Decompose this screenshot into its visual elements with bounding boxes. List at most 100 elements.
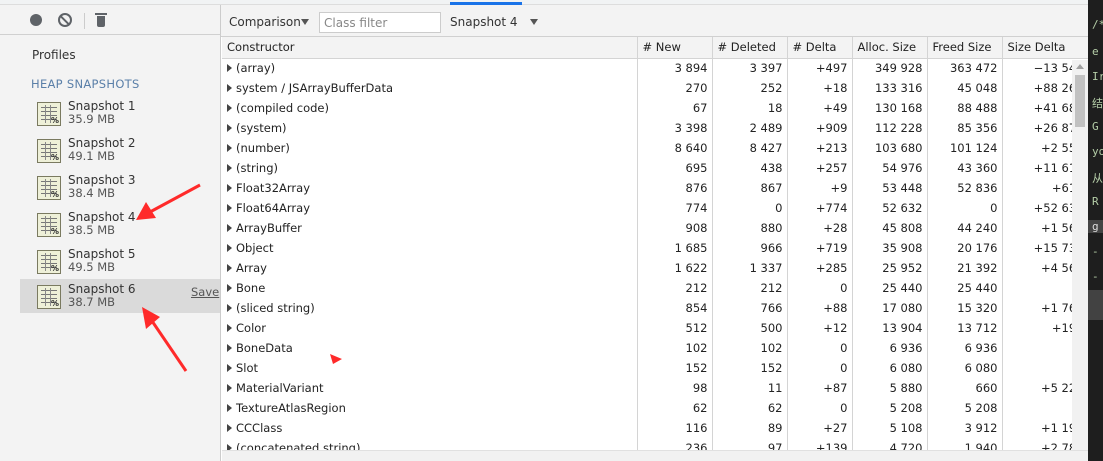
table-row[interactable]: CCClass 116 89 +27 5 108 3 912 +1 196: [222, 418, 1088, 438]
value-cell: 6 080: [927, 358, 1003, 378]
expand-triangle-icon[interactable]: [227, 284, 232, 292]
value-cell: 0: [787, 358, 853, 378]
value-cell: 18: [712, 98, 788, 118]
table-row[interactable]: MaterialVariant 98 11 +87 5 880 660 +5 220: [222, 378, 1088, 398]
table-row[interactable]: Float64Array 774 0 +774 52 632 0 +52 632: [222, 198, 1088, 218]
value-cell: +9: [787, 178, 853, 198]
table-row[interactable]: Array 1 622 1 337 +285 25 952 21 392 +4 560: [222, 258, 1088, 278]
expand-triangle-icon[interactable]: [227, 324, 232, 332]
expand-triangle-icon[interactable]: [227, 184, 232, 192]
column-header-deleted[interactable]: # Deleted: [712, 37, 788, 59]
table-row[interactable]: Slot15215206 0806 0800: [222, 358, 1088, 378]
expand-triangle-icon[interactable]: [227, 204, 232, 212]
table-row[interactable]: (compiled code) 67 18 +49 130 168 88 488 +41 6…: [222, 98, 1088, 118]
expand-triangle-icon[interactable]: [227, 224, 232, 232]
expand-triangle-icon[interactable]: [227, 404, 232, 412]
column-header-constructor[interactable]: Constructor: [222, 37, 638, 59]
profiles-toolbar: [0, 5, 221, 35]
table-row[interactable]: ArrayBuffer 908 880 +28 45 808 44 240 +1 568: [222, 218, 1088, 238]
table-row[interactable]: (string) 695 438 +257 54 976 43 360 +11 616: [222, 158, 1088, 178]
expand-triangle-icon[interactable]: [227, 144, 232, 152]
vertical-scrollbar[interactable]: [1072, 60, 1088, 461]
value-cell: 212: [712, 278, 788, 298]
constructor-name: Bone: [236, 281, 266, 295]
expand-triangle-icon[interactable]: [227, 104, 232, 112]
base-snapshot-select[interactable]: Snapshot 4: [450, 15, 518, 29]
column-header-freed-size[interactable]: Freed Size: [927, 37, 1003, 59]
snapshot-item[interactable]: % Snapshot 2 49.1 MB: [20, 133, 220, 167]
table-row[interactable]: system / JSArrayBufferData 270 252 +18 133 3…: [222, 78, 1088, 98]
table-row[interactable]: (sliced string) 854 766 +88 17 080 15 320 +1 7…: [222, 298, 1088, 318]
expand-triangle-icon[interactable]: [227, 304, 232, 312]
value-cell: 88 488: [927, 98, 1003, 118]
expand-triangle-icon[interactable]: [227, 424, 232, 432]
snapshot-size: 35.9 MB: [68, 112, 116, 126]
annotation-arrow-icon: [142, 307, 188, 372]
scroll-up-icon[interactable]: [1076, 64, 1084, 69]
expand-triangle-icon[interactable]: [227, 124, 232, 132]
column-header-alloc-size[interactable]: Alloc. Size: [852, 37, 928, 59]
constructor-cell: Bone: [222, 278, 638, 298]
expand-triangle-icon[interactable]: [227, 384, 232, 392]
constructor-cell: Array: [222, 258, 638, 278]
value-cell: +49: [787, 98, 853, 118]
expand-triangle-icon[interactable]: [227, 164, 232, 172]
constructor-cell: (compiled code): [222, 98, 638, 118]
record-icon[interactable]: [30, 14, 42, 26]
value-cell: 660: [927, 378, 1003, 398]
expand-triangle-icon[interactable]: [227, 364, 232, 372]
table-row[interactable]: (number) 8 640 8 427 +213 103 680 101 124 +2 5…: [222, 138, 1088, 158]
expand-triangle-icon[interactable]: [227, 64, 232, 73]
value-cell: 3 398: [637, 118, 713, 138]
toolbar-divider: [84, 13, 85, 29]
view-mode-select[interactable]: Comparison: [229, 15, 301, 29]
scrollbar-thumb[interactable]: [1075, 75, 1085, 127]
value-cell: 13 904: [852, 318, 928, 338]
value-cell: 363 472: [927, 58, 1003, 78]
value-cell: 54 976: [852, 158, 928, 178]
snapshot-item[interactable]: % Snapshot 1 35.9 MB: [20, 96, 220, 130]
editor-fragment: 从: [1092, 172, 1103, 185]
value-cell: 20 176: [927, 238, 1003, 258]
column-header-size-delta[interactable]: Size Delta: [1002, 37, 1088, 59]
value-cell: 252: [712, 78, 788, 98]
constructor-name: BoneData: [236, 341, 293, 355]
table-row[interactable]: Object 1 685 966 +719 35 908 20 176 +15 732: [222, 238, 1088, 258]
profiles-title: Profiles: [32, 48, 76, 62]
class-filter-input[interactable]: [319, 12, 441, 33]
table-row[interactable]: BoneData10210206 9366 9360: [222, 338, 1088, 358]
horizontal-scrollbar[interactable]: [222, 450, 1088, 461]
editor-scrollbar-thumb[interactable]: [1088, 290, 1103, 320]
table-row[interactable]: Float32Array 876 867 +9 53 448 52 836 +612: [222, 178, 1088, 198]
table-row[interactable]: TextureAtlasRegion626205 2085 2080: [222, 398, 1088, 418]
constructor-cell: Object: [222, 238, 638, 258]
expand-triangle-icon[interactable]: [227, 264, 232, 272]
snapshot-item[interactable]: % Snapshot 5 49.5 MB: [20, 244, 220, 278]
table-row[interactable]: Color 512 500 +12 13 904 13 712 +192: [222, 318, 1088, 338]
value-cell: 25 952: [852, 258, 928, 278]
expand-triangle-icon[interactable]: [227, 244, 232, 252]
value-cell: 67: [637, 98, 713, 118]
table-row[interactable]: (array) 3 894 3 397 +497 349 928 363 472 −13 5…: [222, 58, 1088, 78]
constructor-name: Object: [236, 241, 274, 255]
table-row[interactable]: Bone212212025 44025 4400: [222, 278, 1088, 298]
column-header-new[interactable]: # New: [637, 37, 713, 59]
trash-icon[interactable]: [95, 13, 107, 27]
clear-all-icon[interactable]: [58, 13, 72, 27]
constructor-cell: ArrayBuffer: [222, 218, 638, 238]
constructor-cell: (array): [222, 58, 638, 78]
expand-triangle-icon[interactable]: [227, 84, 232, 92]
value-cell: +909: [787, 118, 853, 138]
chevron-down-icon[interactable]: [530, 19, 538, 25]
value-cell: 21 392: [927, 258, 1003, 278]
chevron-down-icon[interactable]: [301, 19, 309, 25]
expand-triangle-icon[interactable]: [227, 344, 232, 352]
constructor-name: Color: [236, 321, 267, 335]
heap-snapshot-icon: %: [37, 250, 61, 274]
value-cell: 98: [637, 378, 713, 398]
value-cell: 35 908: [852, 238, 928, 258]
column-header-delta[interactable]: # Delta: [787, 37, 853, 59]
table-row[interactable]: (system) 3 398 2 489 +909 112 228 85 356 +26 8…: [222, 118, 1088, 138]
save-snapshot-link[interactable]: Save: [191, 285, 219, 299]
value-cell: 0: [787, 338, 853, 358]
